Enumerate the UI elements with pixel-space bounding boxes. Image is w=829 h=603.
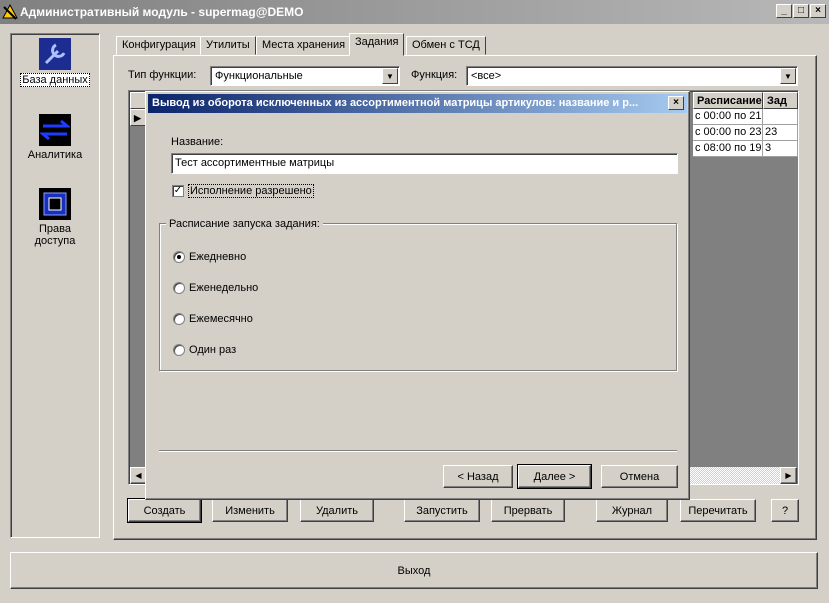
window-title: Административный модуль - supermag@DEMO bbox=[20, 5, 304, 19]
close-window-button[interactable]: × bbox=[810, 4, 826, 18]
sidebar-item-database[interactable]: База данных bbox=[14, 38, 96, 87]
next-button[interactable]: Далее > bbox=[517, 464, 592, 489]
back-button[interactable]: < Назад bbox=[443, 465, 513, 488]
function-select[interactable]: <все> ▼ bbox=[466, 66, 798, 86]
dialog-title: Вывод из оборота исключенных из ассортим… bbox=[152, 97, 639, 109]
table-cell[interactable]: с 08:00 по 19 bbox=[693, 141, 763, 157]
maximize-button[interactable]: □ bbox=[793, 4, 809, 18]
sidebar-item-analytics[interactable]: Аналитика bbox=[14, 114, 96, 161]
create-button[interactable]: Создать bbox=[127, 498, 202, 523]
row-indicator[interactable]: ▶ bbox=[130, 109, 146, 126]
tab-utilities[interactable]: Утилиты bbox=[200, 36, 256, 55]
tab-storage[interactable]: Места хранения bbox=[256, 36, 352, 55]
grid-corner bbox=[130, 92, 146, 109]
exit-button[interactable]: Выход bbox=[10, 552, 818, 589]
radio-daily-label: Ежедневно bbox=[189, 251, 247, 263]
radio-once-label: Один раз bbox=[189, 344, 237, 356]
enabled-checkbox[interactable]: ✓ bbox=[172, 185, 184, 197]
column-header-task[interactable]: Зад bbox=[763, 92, 798, 109]
schedule-group bbox=[159, 223, 677, 371]
radio-daily[interactable] bbox=[173, 251, 185, 263]
function-type-select[interactable]: Функциональные ▼ bbox=[210, 66, 400, 86]
enabled-label: Исполнение разрешено bbox=[188, 184, 314, 198]
close-icon[interactable]: × bbox=[668, 96, 684, 110]
radio-once[interactable] bbox=[173, 344, 185, 356]
function-value: <все> bbox=[471, 70, 502, 82]
window-titlebar: Административный модуль - supermag@DEMO … bbox=[0, 0, 829, 24]
arrows-icon bbox=[39, 114, 71, 146]
function-label: Функция: bbox=[411, 69, 458, 81]
tab-configuration[interactable]: Конфигурация bbox=[116, 36, 202, 55]
delete-button[interactable]: Удалить bbox=[300, 499, 374, 522]
cancel-button[interactable]: Отмена bbox=[601, 465, 678, 488]
log-button[interactable]: Журнал bbox=[596, 499, 668, 522]
name-label: Название: bbox=[171, 136, 224, 148]
table-cell[interactable]: 3 bbox=[763, 141, 798, 157]
table-cell[interactable]: с 00:00 по 21 bbox=[693, 109, 763, 125]
sidebar-item-label: База данных bbox=[20, 73, 90, 87]
column-header-schedule[interactable]: Расписание bbox=[693, 92, 763, 109]
dialog-titlebar: Вывод из оборота исключенных из ассортим… bbox=[148, 94, 687, 113]
dialog-divider bbox=[159, 450, 677, 452]
function-type-label: Тип функции: bbox=[128, 69, 197, 81]
table-cell[interactable]: 23 bbox=[763, 125, 798, 141]
sidebar: База данных Аналитика Права доступа bbox=[10, 33, 100, 538]
sidebar-item-label: Аналитика bbox=[27, 149, 83, 161]
schedule-group-label: Расписание запуска задания: bbox=[166, 218, 323, 230]
wrench-icon bbox=[39, 38, 71, 70]
chevron-down-icon[interactable]: ▼ bbox=[382, 68, 398, 84]
chevron-down-icon[interactable]: ▼ bbox=[780, 68, 796, 84]
run-button[interactable]: Запустить bbox=[404, 499, 480, 522]
edit-button[interactable]: Изменить bbox=[212, 499, 288, 522]
access-icon bbox=[39, 188, 71, 220]
name-field-value: Тест ассортиментные матрицы bbox=[175, 157, 335, 169]
radio-monthly[interactable] bbox=[173, 313, 185, 325]
tab-tsd-exchange[interactable]: Обмен с ТСД bbox=[406, 36, 486, 55]
help-button[interactable]: ? bbox=[771, 499, 799, 522]
radio-monthly-label: Ежемесячно bbox=[189, 313, 253, 325]
app-icon bbox=[2, 4, 18, 20]
scroll-right-icon[interactable]: ▶ bbox=[780, 467, 797, 484]
tab-tasks[interactable]: Задания bbox=[349, 33, 405, 56]
name-field[interactable]: Тест ассортиментные матрицы bbox=[171, 153, 678, 174]
table-cell[interactable] bbox=[763, 109, 798, 125]
reread-button[interactable]: Перечитать bbox=[680, 499, 756, 522]
radio-weekly[interactable] bbox=[173, 282, 185, 294]
stop-button[interactable]: Прервать bbox=[491, 499, 565, 522]
function-type-value: Функциональные bbox=[215, 70, 303, 82]
sidebar-item-access[interactable]: Права доступа bbox=[14, 188, 96, 247]
minimize-button[interactable]: _ bbox=[776, 4, 792, 18]
sidebar-item-label: Права доступа bbox=[34, 223, 76, 247]
table-cell[interactable]: с 00:00 по 23 bbox=[693, 125, 763, 141]
task-dialog: Вывод из оборота исключенных из ассортим… bbox=[145, 91, 690, 500]
radio-weekly-label: Еженедельно bbox=[189, 282, 259, 294]
